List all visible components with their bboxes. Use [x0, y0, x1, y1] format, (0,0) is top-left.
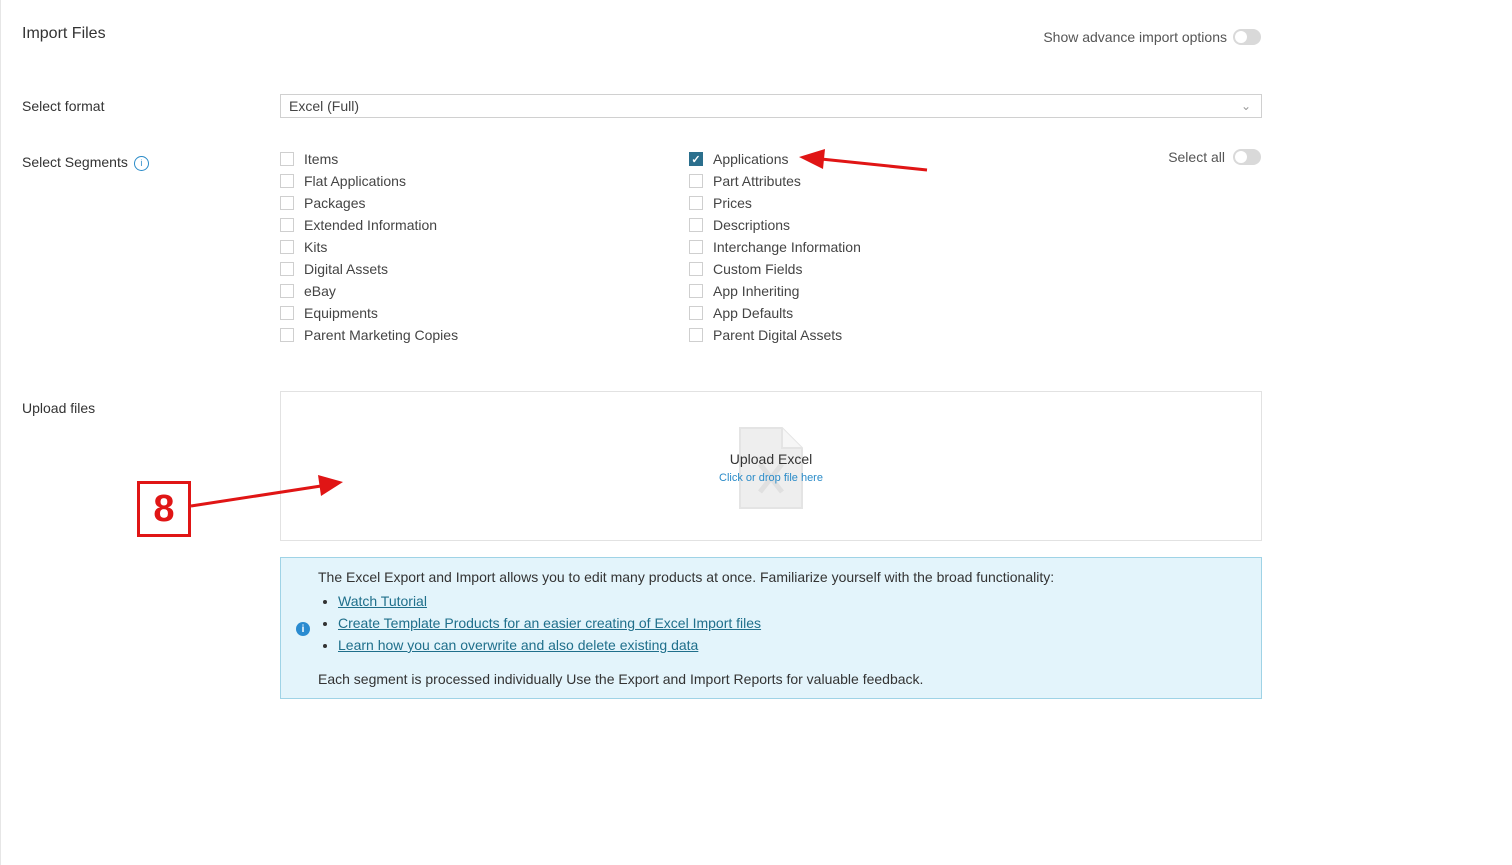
arrow-to-applications — [799, 149, 928, 172]
arrow-to-upload — [190, 475, 343, 508]
annotation-arrows — [190, 149, 928, 508]
import-files-page: Import Files Show advance import options… — [0, 0, 1512, 865]
